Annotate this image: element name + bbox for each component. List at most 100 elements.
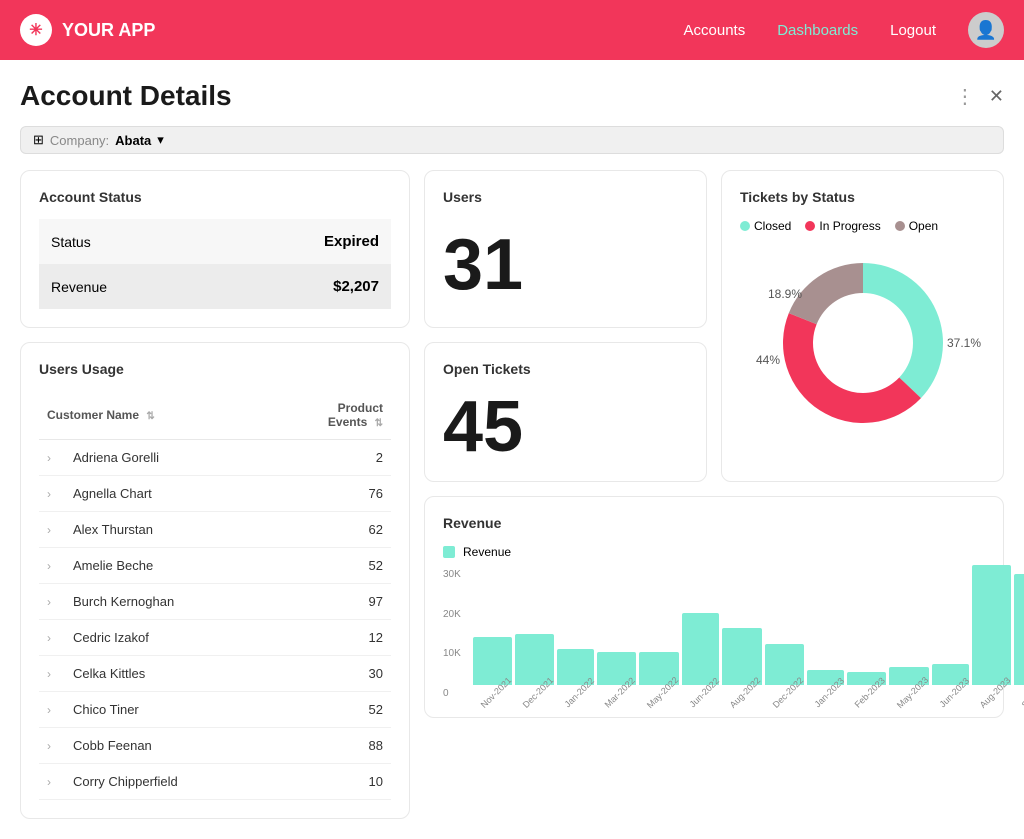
bar-wrapper: Jan-2022 <box>557 649 595 699</box>
donut-chart <box>753 243 973 443</box>
y-axis-label: 0 <box>443 688 461 699</box>
customer-name: Chico Tiner <box>65 692 270 728</box>
app-header: ✳ YOUR APP Accounts Dashboards Logout 👤 <box>0 0 1024 60</box>
bar-wrapper: Aug-2022 <box>722 628 761 699</box>
bar-wrapper: Jun-2022 <box>682 613 720 699</box>
row-expand-icon[interactable]: › <box>39 692 65 728</box>
revenue-legend-dot <box>443 546 455 558</box>
nav-accounts[interactable]: Accounts <box>684 22 746 39</box>
status-table: StatusExpiredRevenue$2,207 <box>39 219 391 309</box>
customer-name: Cobb Feenan <box>65 728 270 764</box>
revenue-card: Revenue Revenue 30K20K10K0 Nov-2021 Dec-… <box>424 496 1004 718</box>
table-row[interactable]: › Amelie Beche 52 <box>39 548 391 584</box>
row-expand-icon[interactable]: › <box>39 548 65 584</box>
bar-wrapper: Nov-2021 <box>473 637 512 699</box>
donut-segment <box>788 263 862 324</box>
table-row[interactable]: › Cobb Feenan 88 <box>39 728 391 764</box>
bar-wrapper: Dec-2022 <box>765 644 804 699</box>
bar-wrapper: Dec-2021 <box>515 634 554 699</box>
chevron-down-icon: ▾ <box>157 132 164 148</box>
account-status-card: Account Status StatusExpiredRevenue$2,20… <box>20 170 410 328</box>
customer-name: Alex Thurstan <box>65 512 270 548</box>
row-expand-icon[interactable]: › <box>39 728 65 764</box>
product-events: 2 <box>270 440 391 476</box>
col-customer-name[interactable]: Customer Name ⇅ <box>39 391 270 440</box>
legend-label: Open <box>909 219 938 233</box>
status-label: Status <box>39 219 216 264</box>
row-expand-icon[interactable]: › <box>39 512 65 548</box>
bar-chart: Nov-2021 Dec-2021 Jan-2022 Mar-2022 May-… <box>473 569 1024 699</box>
col-product-events[interactable]: ProductEvents ⇅ <box>270 391 391 440</box>
filter-row: ⊞ Company: Abata ▾ <box>20 126 1004 154</box>
users-usage-title: Users Usage <box>39 361 391 377</box>
nav-logout[interactable]: Logout <box>890 22 936 39</box>
company-filter-value: Abata <box>115 133 151 148</box>
company-filter[interactable]: ⊞ Company: Abata ▾ <box>20 126 1004 154</box>
status-table-row: StatusExpired <box>39 219 391 264</box>
user-avatar[interactable]: 👤 <box>968 12 1004 48</box>
table-row[interactable]: › Agnella Chart 76 <box>39 476 391 512</box>
legend-item: Closed <box>740 219 791 233</box>
revenue-legend-label: Revenue <box>463 545 511 559</box>
table-row[interactable]: › Cedric Izakof 12 <box>39 620 391 656</box>
tickets-by-status-card: Tickets by Status ClosedIn ProgressOpen … <box>721 170 1004 482</box>
row-expand-icon[interactable]: › <box>39 620 65 656</box>
donut-chart-container: 37.1% 44% 18.9% <box>740 243 985 443</box>
page-title: Account Details <box>20 80 232 112</box>
open-tickets-count: 45 <box>443 391 688 463</box>
customer-name: Adriena Gorelli <box>65 440 270 476</box>
customer-name: Amelie Beche <box>65 548 270 584</box>
main-content: Account Details ⋮ ✕ ⊞ Company: Abata ▾ A… <box>0 60 1024 839</box>
row-expand-icon[interactable]: › <box>39 656 65 692</box>
bar-chart-wrapper: 30K20K10K0 Nov-2021 Dec-2021 Jan-2022 Ma… <box>443 569 985 699</box>
row-expand-icon[interactable]: › <box>39 476 65 512</box>
users-title: Users <box>443 189 688 205</box>
customer-name: Burch Kernoghan <box>65 584 270 620</box>
table-row[interactable]: › Celka Kittles 30 <box>39 656 391 692</box>
table-row[interactable]: › Burch Kernoghan 97 <box>39 584 391 620</box>
more-options-icon[interactable]: ⋮ <box>955 84 975 109</box>
row-expand-icon[interactable]: › <box>39 440 65 476</box>
donut-segment <box>863 263 943 398</box>
logo: ✳ YOUR APP <box>20 14 684 46</box>
bar <box>682 613 720 685</box>
legend-dot <box>805 221 815 231</box>
users-card: Users 31 <box>424 170 707 328</box>
bar <box>972 565 1011 685</box>
legend-label: Closed <box>754 219 791 233</box>
bar-chart-container: Nov-2021 Dec-2021 Jan-2022 Mar-2022 May-… <box>473 569 1024 699</box>
bar-wrapper: May-2023 <box>889 667 929 699</box>
open-tickets-card: Open Tickets 45 <box>424 342 707 482</box>
customer-name: Corry Chipperfield <box>65 764 270 800</box>
y-axis-label: 10K <box>443 648 461 659</box>
product-events: 12 <box>270 620 391 656</box>
legend-item: In Progress <box>805 219 880 233</box>
product-events: 76 <box>270 476 391 512</box>
dashboard-grid: Account Status StatusExpiredRevenue$2,20… <box>20 170 1004 819</box>
close-icon[interactable]: ✕ <box>989 86 1004 107</box>
status-value: Expired <box>216 219 391 264</box>
table-row[interactable]: › Corry Chipperfield 10 <box>39 764 391 800</box>
company-filter-label: Company: <box>50 133 109 148</box>
bar-wrapper: Aug-2023 <box>972 565 1011 699</box>
filter-icon: ⊞ <box>33 132 44 148</box>
sort-icon-events: ⇅ <box>375 418 383 429</box>
row-expand-icon[interactable]: › <box>39 764 65 800</box>
bar-wrapper: Mar-2022 <box>597 652 636 699</box>
table-row[interactable]: › Alex Thurstan 62 <box>39 512 391 548</box>
product-events: 52 <box>270 548 391 584</box>
row-expand-icon[interactable]: › <box>39 584 65 620</box>
nav-dashboards[interactable]: Dashboards <box>777 22 858 39</box>
legend-dot <box>895 221 905 231</box>
account-status-title: Account Status <box>39 189 391 205</box>
customer-name: Cedric Izakof <box>65 620 270 656</box>
status-label: Revenue <box>39 264 216 309</box>
main-nav: Accounts Dashboards Logout 👤 <box>684 12 1004 48</box>
customer-name: Celka Kittles <box>65 656 270 692</box>
legend-dot <box>740 221 750 231</box>
status-table-row: Revenue$2,207 <box>39 264 391 309</box>
y-axis-label: 20K <box>443 609 461 620</box>
table-row[interactable]: › Adriena Gorelli 2 <box>39 440 391 476</box>
page-actions: ⋮ ✕ <box>955 84 1004 109</box>
table-row[interactable]: › Chico Tiner 52 <box>39 692 391 728</box>
